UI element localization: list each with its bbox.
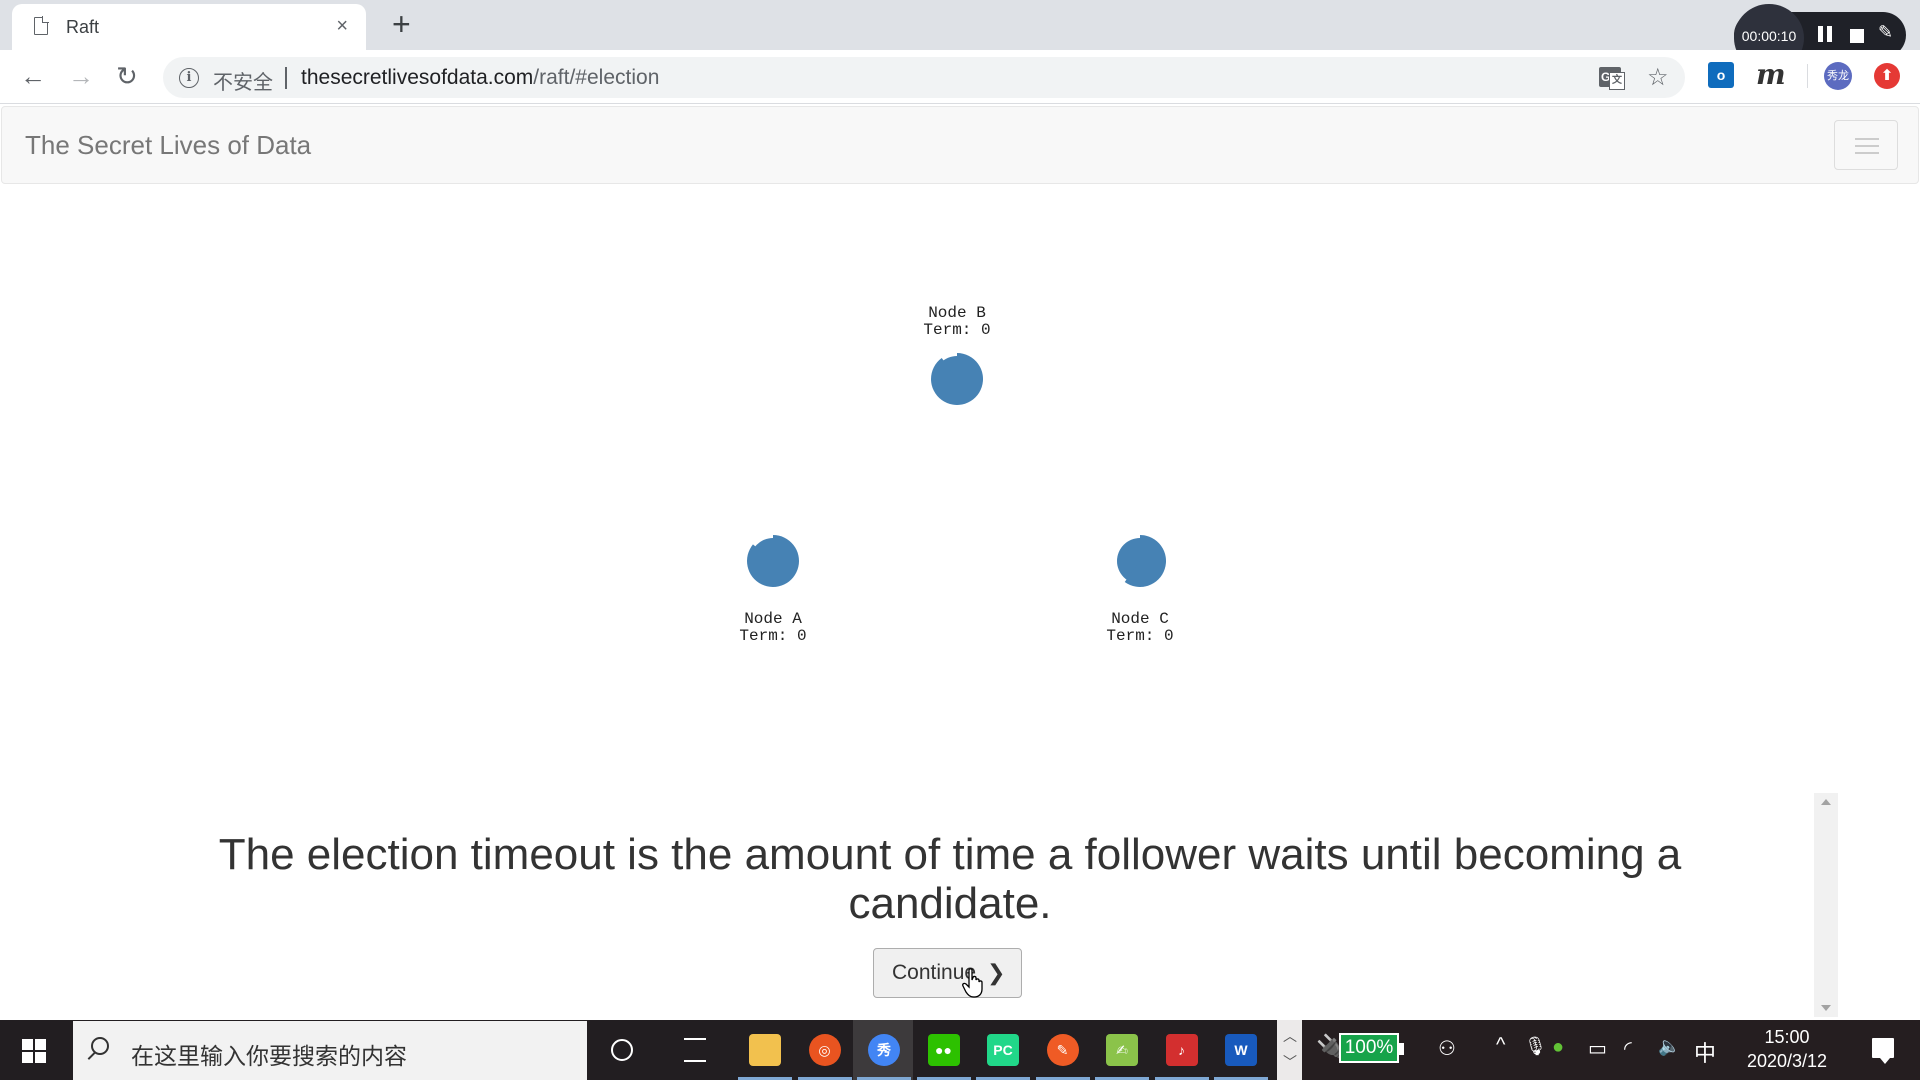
- node-b[interactable]: Node B Term: 0: [897, 305, 1017, 409]
- taskbar-app-postman[interactable]: ✎: [1034, 1020, 1092, 1080]
- show-hidden-icons-chevron[interactable]: ^: [1496, 1034, 1505, 1057]
- menu-bar: [1855, 138, 1879, 140]
- reload-icon[interactable]: ↻: [116, 62, 138, 90]
- outlook-extension-icon[interactable]: o: [1708, 62, 1734, 88]
- recorder-time: 00:00:10: [1741, 28, 1797, 44]
- hamburger-menu-button[interactable]: [1834, 120, 1898, 170]
- taskbar-app-chrome[interactable]: 秀: [855, 1020, 913, 1080]
- word-icon: W: [1225, 1034, 1257, 1066]
- taskbar-clock[interactable]: 15:00 2020/3/12: [1732, 1025, 1842, 1073]
- profile-avatar[interactable]: 秀龙: [1824, 62, 1852, 90]
- taskbar-scroll-chevrons[interactable]: ︿ ﹀: [1277, 1020, 1302, 1080]
- back-arrow-icon[interactable]: ←: [20, 62, 46, 90]
- ime-indicator[interactable]: 中: [1694, 1036, 1716, 1068]
- page-icon: [34, 16, 49, 35]
- election-timeout-arc: [747, 535, 800, 587]
- scroll-down-arrow-icon[interactable]: [1821, 1005, 1831, 1011]
- search-icon: [91, 1037, 109, 1055]
- stop-icon[interactable]: [1850, 29, 1864, 43]
- taskbar-app-ubuntu[interactable]: ◎: [796, 1020, 854, 1080]
- system-tray: 🔌 100% ⚇ ^ 🎙 ● ▭ ◜ 🔈 中 15:00 2020/3/12: [1302, 1020, 1920, 1080]
- chevron-right-icon: ❯: [987, 960, 1006, 985]
- pycharm-icon: PC: [987, 1034, 1019, 1066]
- red-app-icon: ♪: [1165, 1034, 1198, 1066]
- security-label: 不安全: [213, 72, 273, 94]
- chrome-icon: 秀: [868, 1034, 900, 1066]
- bookmark-star-icon[interactable]: ☆: [1647, 63, 1669, 92]
- chevron-up-icon[interactable]: ︿: [1283, 1026, 1297, 1046]
- windows-taskbar: 在这里输入你要搜索的内容 ◎ 秀 ●● PC ✎ ✍ ♪ W ︿ ﹀ 🔌 100% ⚇ ^ 🎙…: [0, 1020, 1920, 1080]
- wechat-tray-icon[interactable]: ●: [1552, 1036, 1564, 1059]
- wechat-icon: ●●: [927, 1034, 960, 1066]
- election-timeout-arc: [931, 353, 984, 405]
- power-status-icon[interactable]: ▭: [1588, 1036, 1607, 1061]
- url-text[interactable]: thesecretlivesofdata.com/raft/#election: [301, 66, 659, 90]
- node-b-name: Node B: [928, 304, 986, 322]
- file-explorer-icon: [749, 1034, 781, 1066]
- clock-time: 15:00: [1764, 1027, 1810, 1047]
- hand-cursor-icon: [962, 968, 983, 998]
- url-path: /raft/#election: [533, 66, 660, 89]
- postman-icon: ✎: [1046, 1034, 1079, 1066]
- forward-arrow-icon[interactable]: →: [68, 62, 94, 90]
- continue-button[interactable]: Continue ❯: [873, 948, 1022, 998]
- site-brand-link[interactable]: The Secret Lives of Data: [25, 130, 311, 161]
- windows-start-icon[interactable]: [22, 1039, 46, 1063]
- node-b-circle: [931, 353, 984, 405]
- url-host: thesecretlivesofdata.com: [301, 66, 534, 89]
- taskbar-app-word[interactable]: W: [1212, 1020, 1270, 1080]
- clock-date: 2020/3/12: [1746, 1051, 1828, 1071]
- taskbar-app-file-explorer[interactable]: [736, 1020, 794, 1080]
- update-icon[interactable]: ⬆: [1874, 63, 1900, 89]
- new-tab-button[interactable]: +: [392, 6, 411, 42]
- toolbar-divider: [1807, 64, 1808, 88]
- tab-title: Raft: [66, 17, 100, 37]
- search-placeholder: 在这里输入你要搜索的内容: [131, 1043, 407, 1069]
- pen-icon[interactable]: ✎: [1878, 22, 1893, 43]
- node-c-circle: [1117, 535, 1167, 587]
- pause-icon[interactable]: [1818, 26, 1832, 42]
- browser-tab-raft[interactable]: Raft ×: [12, 4, 366, 50]
- explanation-text: The election timeout is the amount of ti…: [218, 830, 1682, 928]
- taskbar-search-input[interactable]: 在这里输入你要搜索的内容: [73, 1021, 587, 1080]
- node-c[interactable]: Node C Term: 0: [1080, 531, 1200, 645]
- taskbar-app-red-app[interactable]: ♪: [1153, 1020, 1211, 1080]
- battery-indicator[interactable]: 100%: [1339, 1033, 1404, 1063]
- address-separator: [285, 67, 287, 89]
- chevron-down-icon[interactable]: ﹀: [1283, 1052, 1297, 1072]
- node-c-term: Term: 0: [1106, 627, 1174, 645]
- node-c-name: Node C: [1111, 610, 1169, 628]
- volume-icon[interactable]: 🔈: [1658, 1036, 1680, 1057]
- node-a-name: Node A: [744, 610, 802, 628]
- node-a[interactable]: Node A Term: 0: [713, 531, 833, 645]
- wifi-icon[interactable]: ◜: [1624, 1036, 1632, 1061]
- info-icon[interactable]: i: [179, 68, 199, 88]
- browser-tab-strip: Raft × +: [0, 0, 1920, 50]
- task-view-icon[interactable]: [666, 1020, 724, 1080]
- message-scrollbar[interactable]: [1814, 793, 1838, 1017]
- translate-icon[interactable]: G: [1599, 67, 1625, 90]
- menu-bar: [1855, 145, 1879, 147]
- raft-visualization: Node B Term: 0 Node A Term: 0 Node C Ter…: [0, 184, 1920, 784]
- m-extension-icon[interactable]: m: [1756, 58, 1786, 91]
- node-a-term: Term: 0: [739, 627, 807, 645]
- browser-toolbar: ← → ↻ i 不安全 thesecretlivesofdata.com/raf…: [0, 50, 1920, 104]
- action-center-icon[interactable]: [1872, 1038, 1894, 1064]
- people-icon[interactable]: ⚇: [1438, 1036, 1456, 1061]
- address-bar[interactable]: i 不安全 thesecretlivesofdata.com/raft/#ele…: [163, 57, 1685, 98]
- notepad-plus-icon: ✍: [1106, 1034, 1138, 1066]
- microphone-icon[interactable]: 🎙: [1524, 1036, 1547, 1057]
- taskbar-app-wechat[interactable]: ●●: [915, 1020, 973, 1080]
- scroll-up-arrow-icon[interactable]: [1821, 799, 1831, 805]
- cortana-icon[interactable]: [593, 1020, 651, 1080]
- menu-bar: [1855, 152, 1879, 154]
- close-tab-icon[interactable]: ×: [336, 14, 348, 38]
- ubuntu-icon: ◎: [808, 1034, 841, 1066]
- taskbar-app-notepad-plus[interactable]: ✍: [1093, 1020, 1151, 1080]
- site-navbar: The Secret Lives of Data: [1, 106, 1919, 184]
- taskbar-app-pycharm[interactable]: PC: [974, 1020, 1032, 1080]
- node-a-circle: [747, 535, 800, 587]
- node-b-term: Term: 0: [923, 321, 991, 339]
